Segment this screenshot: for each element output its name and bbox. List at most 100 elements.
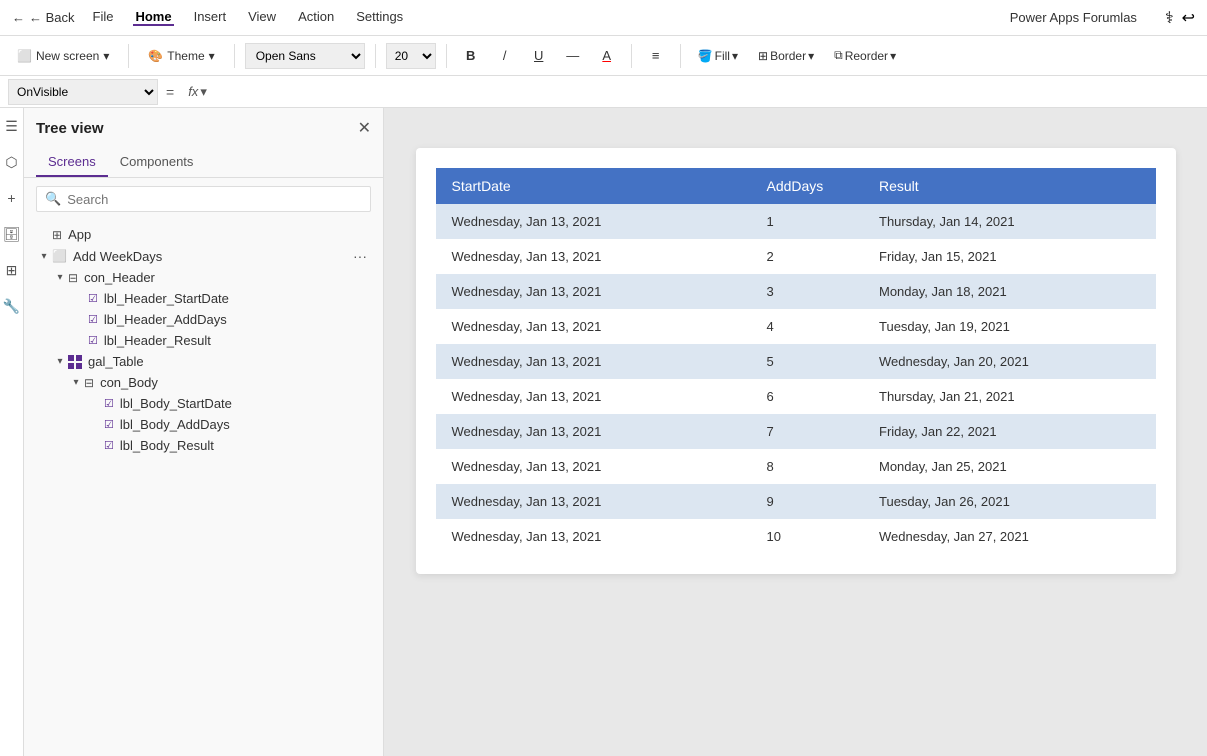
theme-chevron-icon: ▾: [209, 49, 215, 63]
undo-icon[interactable]: ↩: [1182, 8, 1195, 28]
search-icon: 🔍: [45, 191, 61, 207]
conheader-expand-icon[interactable]: ▾: [52, 272, 68, 283]
cell-result: Wednesday, Jan 27, 2021: [863, 519, 1156, 554]
canvas-content: StartDate AddDays Result Wednesday, Jan …: [416, 148, 1176, 574]
border-button[interactable]: ⊞ Border ▾: [751, 43, 821, 69]
lbl-header-result-label: lbl_Header_Result: [104, 333, 371, 348]
lbl-header-startdate-label: lbl_Header_StartDate: [104, 291, 371, 306]
cell-result: Tuesday, Jan 26, 2021: [863, 484, 1156, 519]
tree-item-lbl-header-result[interactable]: ☑ lbl_Header_Result: [24, 330, 383, 351]
nav-file[interactable]: File: [91, 9, 116, 26]
cell-result: Thursday, Jan 21, 2021: [863, 379, 1156, 414]
screen-icon: ⬜: [52, 249, 67, 263]
cell-adddays: 3: [751, 274, 864, 309]
fx-button[interactable]: fx ▾: [182, 82, 213, 102]
header-adddays: AddDays: [751, 168, 864, 204]
cell-adddays: 8: [751, 449, 864, 484]
tree-item-gal-table[interactable]: ▾ gal_Table: [24, 351, 383, 372]
galtable-expand-icon[interactable]: ▾: [52, 356, 68, 367]
font-size-select[interactable]: 20: [386, 43, 436, 69]
bold-button[interactable]: B: [457, 43, 485, 69]
tree-item-add-weekdays[interactable]: ▾ ⬜ Add WeekDays ···: [24, 245, 383, 267]
sidebar-layers-icon[interactable]: ⬡: [2, 152, 22, 172]
underline-button[interactable]: U: [525, 43, 553, 69]
label-icon: ☑: [104, 397, 114, 410]
bold-label: B: [466, 48, 475, 63]
back-button[interactable]: ← ← Back: [12, 10, 75, 25]
new-screen-button[interactable]: ⬜ New screen ▾: [8, 44, 118, 68]
nav-action[interactable]: Action: [296, 9, 336, 26]
sidebar-menu-icon[interactable]: ☰: [2, 116, 22, 136]
app-title: Power Apps Forumlas: [1010, 10, 1137, 25]
cell-startdate: Wednesday, Jan 13, 2021: [436, 379, 751, 414]
search-input[interactable]: [67, 192, 362, 207]
tab-screens[interactable]: Screens: [36, 148, 108, 177]
theme-button[interactable]: 🎨 Theme ▾: [139, 44, 223, 68]
tree-item-lbl-header-adddays[interactable]: ☑ lbl_Header_AddDays: [24, 309, 383, 330]
nav-insert[interactable]: Insert: [192, 9, 229, 26]
data-table: StartDate AddDays Result Wednesday, Jan …: [436, 168, 1156, 554]
theme-label: Theme: [167, 49, 204, 63]
label-icon: ☑: [88, 292, 98, 305]
italic-button[interactable]: /: [491, 43, 519, 69]
container-icon: ⊟: [68, 271, 78, 285]
tree-close-button[interactable]: ✕: [358, 118, 371, 138]
nav-settings[interactable]: Settings: [354, 9, 405, 26]
reorder-button[interactable]: ⧉ Reorder ▾: [827, 43, 903, 69]
font-color-button[interactable]: A: [593, 43, 621, 69]
addweekdays-expand-icon[interactable]: ▾: [36, 251, 52, 262]
table-row: Wednesday, Jan 13, 20212Friday, Jan 15, …: [436, 239, 1156, 274]
tree-item-app[interactable]: ⊞ App: [24, 224, 383, 245]
sidebar-variables-icon[interactable]: ⊞: [2, 260, 22, 280]
addweekdays-more-icon[interactable]: ···: [349, 248, 371, 264]
cell-adddays: 7: [751, 414, 864, 449]
tree-content: ⊞ App ▾ ⬜ Add WeekDays ··· ▾ ⊟ con_Heade…: [24, 220, 383, 756]
tree-item-con-header[interactable]: ▾ ⊟ con_Header: [24, 267, 383, 288]
toolbar-sep-4: [446, 44, 447, 68]
align-button[interactable]: ≡: [642, 43, 670, 69]
border-label: Border: [770, 49, 806, 63]
fill-label: Fill: [715, 49, 730, 63]
cell-result: Thursday, Jan 14, 2021: [863, 204, 1156, 239]
tab-components[interactable]: Components: [108, 148, 206, 177]
tree-item-lbl-body-result[interactable]: ☑ lbl_Body_Result: [24, 435, 383, 456]
tree-title: Tree view: [36, 120, 104, 137]
tree-search-container: 🔍: [24, 178, 383, 220]
fill-button[interactable]: 🪣 Fill ▾: [691, 43, 745, 69]
tree-item-lbl-body-startdate[interactable]: ☑ lbl_Body_StartDate: [24, 393, 383, 414]
font-family-select[interactable]: Open Sans: [245, 43, 365, 69]
tree-item-con-body[interactable]: ▾ ⊟ con_Body: [24, 372, 383, 393]
diagnostic-icon[interactable]: ⚕: [1165, 8, 1174, 28]
lbl-body-adddays-label: lbl_Body_AddDays: [120, 417, 371, 432]
formula-input[interactable]: [221, 84, 1199, 99]
tree-item-lbl-body-adddays[interactable]: ☑ lbl_Body_AddDays: [24, 414, 383, 435]
toolbar-sep-6: [680, 44, 681, 68]
sidebar-data-icon[interactable]: 🗄: [2, 224, 22, 244]
nav-home[interactable]: Home: [133, 9, 173, 26]
cell-adddays: 9: [751, 484, 864, 519]
property-selector[interactable]: OnVisible: [8, 79, 158, 105]
cell-startdate: Wednesday, Jan 13, 2021: [436, 519, 751, 554]
table-row: Wednesday, Jan 13, 20216Thursday, Jan 21…: [436, 379, 1156, 414]
tree-panel: Tree view ✕ Screens Components 🔍 ⊞ App ▾…: [24, 108, 384, 756]
nav-view[interactable]: View: [246, 9, 278, 26]
tree-item-lbl-header-startdate[interactable]: ☑ lbl_Header_StartDate: [24, 288, 383, 309]
search-box: 🔍: [36, 186, 371, 212]
table-row: Wednesday, Jan 13, 20211Thursday, Jan 14…: [436, 204, 1156, 239]
fx-chevron-icon: ▾: [200, 84, 207, 100]
table-row: Wednesday, Jan 13, 20218Monday, Jan 25, …: [436, 449, 1156, 484]
cell-result: Tuesday, Jan 19, 2021: [863, 309, 1156, 344]
sidebar-tools-icon[interactable]: 🔧: [2, 296, 22, 316]
label-icon: ☑: [104, 439, 114, 452]
theme-icon: 🎨: [148, 49, 163, 63]
cell-adddays: 10: [751, 519, 864, 554]
table-row: Wednesday, Jan 13, 20213Monday, Jan 18, …: [436, 274, 1156, 309]
font-color-icon: A: [602, 48, 611, 63]
sidebar-insert-icon[interactable]: +: [2, 188, 22, 208]
label-icon: ☑: [104, 418, 114, 431]
strikethrough-button[interactable]: —: [559, 43, 587, 69]
cell-result: Monday, Jan 18, 2021: [863, 274, 1156, 309]
conbody-expand-icon[interactable]: ▾: [68, 377, 84, 388]
addweekdays-label: Add WeekDays: [73, 249, 349, 264]
app-icon: ⊞: [52, 228, 62, 242]
